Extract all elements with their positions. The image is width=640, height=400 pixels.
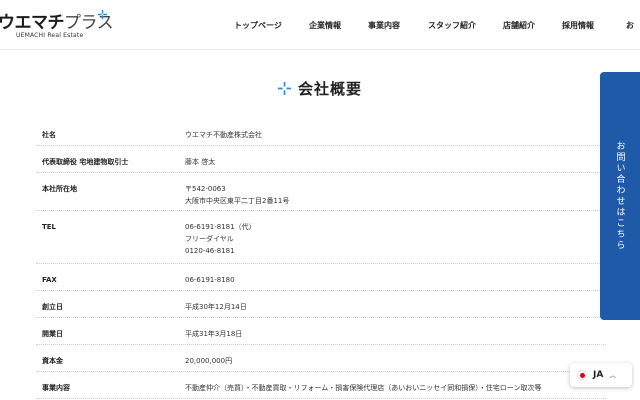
language-switcher[interactable]: JA ︿ (570, 363, 632, 387)
table-row: 社名 ウエマチ不動産株式会社 (36, 119, 606, 146)
contact-tab-label: お問い合わせはこちら (614, 141, 625, 251)
table-row: 創立日 平成30年12月14日 (36, 291, 606, 318)
table-row: 代表取締役 宅地建物取引士 藤本 啓太 (36, 146, 606, 173)
row-label: TEL (42, 223, 57, 231)
japan-flag-icon (577, 370, 587, 380)
nav-recruit[interactable]: 採用情報 (562, 20, 594, 31)
row-value: 06-6191-8181（代） フリーダイヤル 0120-46-8181 (185, 223, 256, 255)
row-value: 〒542-0063 大阪市中央区東平二丁目2番11号 (185, 185, 290, 205)
table-row: 事業内容 不動産仲介（売買）・不動産買取・リフォーム・損害保険代理店（あいおいニ… (36, 372, 606, 399)
page-title-block: 会社概要 (0, 78, 640, 99)
company-info-table: 社名 ウエマチ不動産株式会社 代表取締役 宅地建物取引士 藤本 啓太 本社所在地… (36, 119, 606, 399)
row-value: 平成31年3月18日 (185, 330, 243, 338)
row-label: FAX (42, 276, 57, 284)
row-value: 藤本 啓太 (185, 158, 216, 166)
row-label: 創立日 (42, 303, 63, 311)
table-row: 本社所在地 〒542-0063 大阪市中央区東平二丁目2番11号 (36, 173, 606, 211)
table-row: 開業日 平成31年3月18日 (36, 318, 606, 345)
sparkle-icon (98, 10, 107, 19)
language-label: JA (593, 370, 604, 380)
main-nav: トップページ 企業情報 事業内容 スタッフ紹介 店舗紹介 採用情報 お (0, 20, 640, 32)
row-label: 開業日 (42, 330, 63, 338)
table-row: TEL 06-6191-8181（代） フリーダイヤル 0120-46-8181 (36, 211, 606, 264)
row-value: 20,000,000円 (185, 357, 233, 365)
row-label: 事業内容 (42, 384, 70, 392)
chevron-up-icon: ︿ (609, 371, 617, 379)
row-value: 平成30年12月14日 (185, 303, 247, 311)
row-value: 06-6191-8180 (185, 276, 235, 284)
nav-more[interactable]: お (626, 20, 634, 31)
row-value: 不動産仲介（売買）・不動産買取・リフォーム・損害保険代理店（あいおいニッセイ同和… (185, 384, 542, 392)
row-label: 代表取締役 宅地建物取引士 (42, 158, 129, 166)
table-row: FAX 06-6191-8180 (36, 264, 606, 291)
row-value: ウエマチ不動産株式会社 (185, 131, 262, 139)
sparkle-icon (277, 82, 291, 95)
row-label: 資本金 (42, 357, 63, 365)
page-title: 会社概要 (297, 80, 362, 98)
table-row: 資本金 20,000,000円 (36, 345, 606, 372)
nav-top[interactable]: トップページ (234, 20, 282, 31)
logo-subtitle: UEMACHI Real Estate (16, 32, 84, 39)
site-header: ウエマチプラス UEMACHI Real Estate トップページ 企業情報 … (0, 0, 640, 50)
nav-company[interactable]: 企業情報 (309, 20, 341, 31)
nav-staff[interactable]: スタッフ紹介 (428, 20, 476, 31)
contact-tab-button[interactable]: お問い合わせはこちら (600, 72, 640, 320)
row-label: 本社所在地 (42, 185, 77, 193)
nav-business[interactable]: 事業内容 (368, 20, 400, 31)
nav-stores[interactable]: 店舗紹介 (503, 20, 535, 31)
row-label: 社名 (42, 131, 56, 139)
